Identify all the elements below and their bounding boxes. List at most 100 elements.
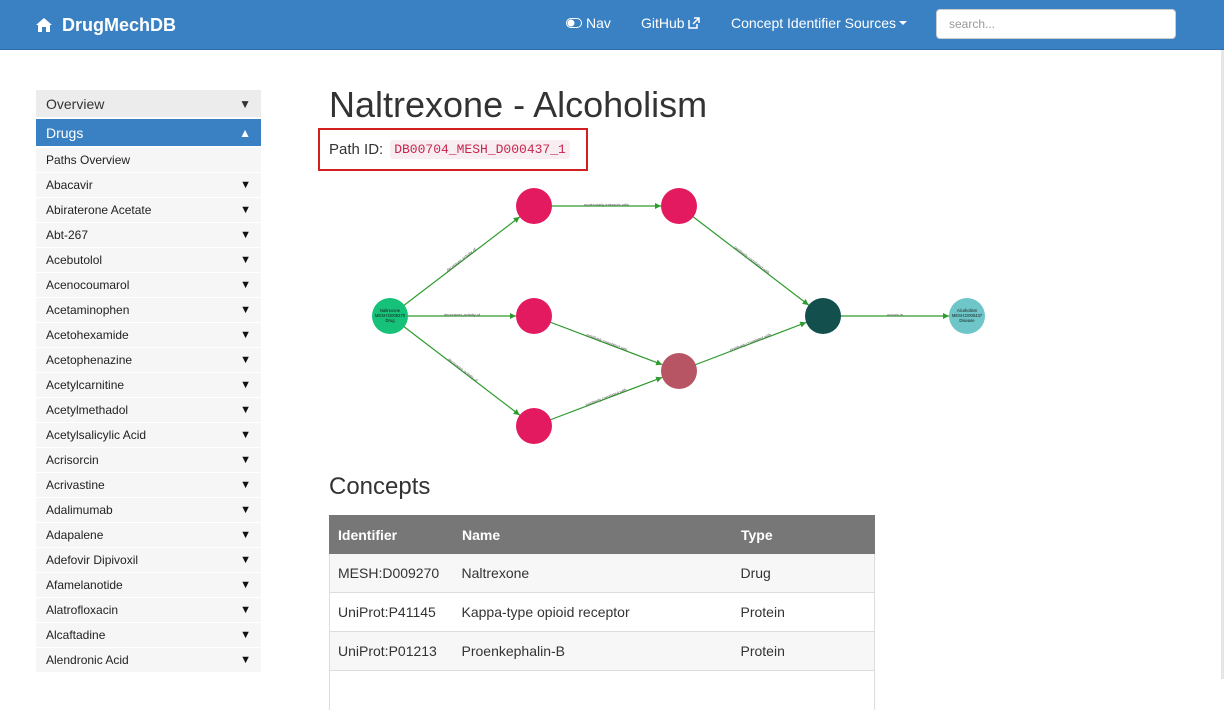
sidebar-item-drug[interactable]: Acetylcarnitine ▼ xyxy=(36,373,261,398)
graph-node-p3[interactable] xyxy=(516,298,552,334)
path-id-box: Path ID: DB00704_MESH_D000437_1 xyxy=(318,128,588,171)
sidebar-item-label: Abiraterone Acetate xyxy=(46,203,152,217)
triangle-down-icon: ▼ xyxy=(239,96,251,111)
sidebar-item-label: Alatrofloxacin xyxy=(46,603,119,617)
sidebar-item-drug[interactable]: Acetylmethadol ▼ xyxy=(36,398,261,423)
graph-node-disease[interactable]: AlcoholismMESH:D000437Disease xyxy=(949,298,985,334)
sidebar-item-drug[interactable]: Alcaftadine ▼ xyxy=(36,623,261,648)
table-cell: Drug xyxy=(732,553,875,593)
sources-label: Concept Identifier Sources xyxy=(731,15,896,31)
edge-arrowhead xyxy=(802,299,809,306)
mechanism-graph[interactable]: decreases activity of decreases activity … xyxy=(329,176,999,456)
sidebar-item-drug[interactable]: Afamelanotide ▼ xyxy=(36,573,261,598)
graph-node-p4[interactable] xyxy=(516,408,552,444)
sidebar-item-label: Acetohexamide xyxy=(46,328,129,342)
table-cell: MESH:D009270 xyxy=(329,553,454,593)
sidebar-overview-label: Overview xyxy=(46,95,105,112)
sidebar-item-drug[interactable]: Acetophenazine ▼ xyxy=(36,348,261,373)
sidebar-item-label: Afamelanotide xyxy=(46,578,123,592)
github-link[interactable]: GitHub xyxy=(641,0,704,46)
table-cell: UniProt:P01213 xyxy=(329,631,454,671)
search-input[interactable] xyxy=(936,9,1176,39)
sidebar-item-drug[interactable]: Acrivastine ▼ xyxy=(36,473,261,498)
edge-label: molecularly interacts with xyxy=(584,202,629,207)
triangle-down-icon: ▼ xyxy=(240,379,251,391)
graph-node-p1[interactable] xyxy=(516,188,552,224)
sidebar-item-label: Alcaftadine xyxy=(46,628,106,642)
caret-down-icon xyxy=(898,21,907,25)
sidebar-item-drug[interactable]: Abiraterone Acetate ▼ xyxy=(36,198,261,223)
table-cell: Kappa-type opioid receptor xyxy=(453,592,733,632)
table-cell: Protein xyxy=(732,592,875,632)
node-label: Disease xyxy=(959,318,975,323)
graph-node-bp[interactable] xyxy=(661,353,697,389)
graph-node-p2[interactable] xyxy=(661,188,697,224)
brand-link[interactable]: DrugMechDB xyxy=(36,0,176,50)
table-row xyxy=(329,670,875,710)
sidebar-item-label: Acrivastine xyxy=(46,478,105,492)
toggle-icon xyxy=(566,18,582,28)
edge-arrowhead xyxy=(943,313,949,319)
sidebar-item-label: Acrisorcin xyxy=(46,453,99,467)
node-circle xyxy=(805,298,841,334)
triangle-down-icon: ▼ xyxy=(240,179,251,191)
triangle-down-icon: ▼ xyxy=(240,229,251,241)
table-cell: Proenkephalin-B xyxy=(453,631,733,671)
sidebar-item-drug[interactable]: Adefovir Dipivoxil ▼ xyxy=(36,548,261,573)
sidebar-overview-toggle[interactable]: Overview ▼ xyxy=(36,90,261,117)
triangle-down-icon: ▼ xyxy=(240,429,251,441)
triangle-down-icon: ▼ xyxy=(240,404,251,416)
sources-dropdown[interactable]: Concept Identifier Sources xyxy=(731,0,907,46)
triangle-down-icon: ▼ xyxy=(240,279,251,291)
triangle-down-icon: ▼ xyxy=(240,629,251,641)
sidebar-item-drug[interactable]: Alendronic Acid ▼ xyxy=(36,648,261,673)
edge-label: positively correlated with xyxy=(585,387,628,407)
sidebar-item-drug[interactable]: Acrisorcin ▼ xyxy=(36,448,261,473)
table-cell xyxy=(453,670,733,710)
nav-toggle-link[interactable]: Nav xyxy=(566,0,611,46)
home-icon xyxy=(36,18,52,32)
sidebar-item-drug[interactable]: Acebutolol ▼ xyxy=(36,248,261,273)
concepts-heading: Concepts xyxy=(329,473,431,500)
table-row: UniProt:P01213 Proenkephalin-B Protein xyxy=(329,631,875,671)
table-cell xyxy=(329,670,454,710)
sidebar-item-drug[interactable]: Alatrofloxacin ▼ xyxy=(36,598,261,623)
edge-label: positively correlated with xyxy=(586,332,629,352)
table-row: UniProt:P41145 Kappa-type opioid recepto… xyxy=(329,592,875,632)
sidebar-item-paths-overview[interactable]: Paths Overview xyxy=(36,148,261,173)
sidebar-item-label: Acetaminophen xyxy=(46,303,130,317)
triangle-down-icon: ▼ xyxy=(240,554,251,566)
sidebar-drugs-toggle[interactable]: Drugs ▲ xyxy=(36,119,261,146)
sidebar-item-drug[interactable]: Adapalene ▼ xyxy=(36,523,261,548)
sidebar-item-drug[interactable]: Acetaminophen ▼ xyxy=(36,298,261,323)
top-navbar: DrugMechDB Nav GitHub Concept Identifier… xyxy=(0,0,1224,50)
sidebar-item-drug[interactable]: Abacavir ▼ xyxy=(36,173,261,198)
table-cell: UniProt:P41145 xyxy=(329,592,454,632)
graph-node-drug[interactable]: NaltrexoneMESH:D009270Drug xyxy=(372,298,408,334)
triangle-down-icon: ▼ xyxy=(240,479,251,491)
sidebar-item-drug[interactable]: Adalimumab ▼ xyxy=(36,498,261,523)
edge-label: positively correlated with xyxy=(729,332,771,352)
graph-node-pheno[interactable] xyxy=(805,298,841,334)
nav-toggle-label: Nav xyxy=(586,15,611,31)
edge-label: occurs in xyxy=(887,312,903,317)
triangle-down-icon: ▼ xyxy=(240,604,251,616)
sidebar-item-label: Acenocoumarol xyxy=(46,278,130,292)
path-id-code: DB00704_MESH_D000437_1 xyxy=(390,140,570,159)
table-header-row: Identifier Name Type xyxy=(329,515,875,554)
sidebar-item-label: Adalimumab xyxy=(46,503,113,517)
sidebar: Overview ▼ Drugs ▲ Paths Overview Abacavi… xyxy=(36,90,261,673)
triangle-down-icon: ▼ xyxy=(240,504,251,516)
triangle-down-icon: ▼ xyxy=(240,204,251,216)
sidebar-item-drug[interactable]: Acenocoumarol ▼ xyxy=(36,273,261,298)
sidebar-item-drug[interactable]: Acetohexamide ▼ xyxy=(36,323,261,348)
edge-label: positively correlated with xyxy=(733,245,771,275)
sidebar-item-drug[interactable]: Acetylsalicylic Acid ▼ xyxy=(36,423,261,448)
sidebar-item-drug[interactable]: Abt-267 ▼ xyxy=(36,223,261,248)
triangle-down-icon: ▼ xyxy=(240,254,251,266)
triangle-up-icon: ▲ xyxy=(239,125,251,140)
sidebar-item-label: Alendronic Acid xyxy=(46,653,129,667)
triangle-down-icon: ▼ xyxy=(240,304,251,316)
sidebar-item-label: Abt-267 xyxy=(46,228,89,242)
triangle-down-icon: ▼ xyxy=(240,329,251,341)
